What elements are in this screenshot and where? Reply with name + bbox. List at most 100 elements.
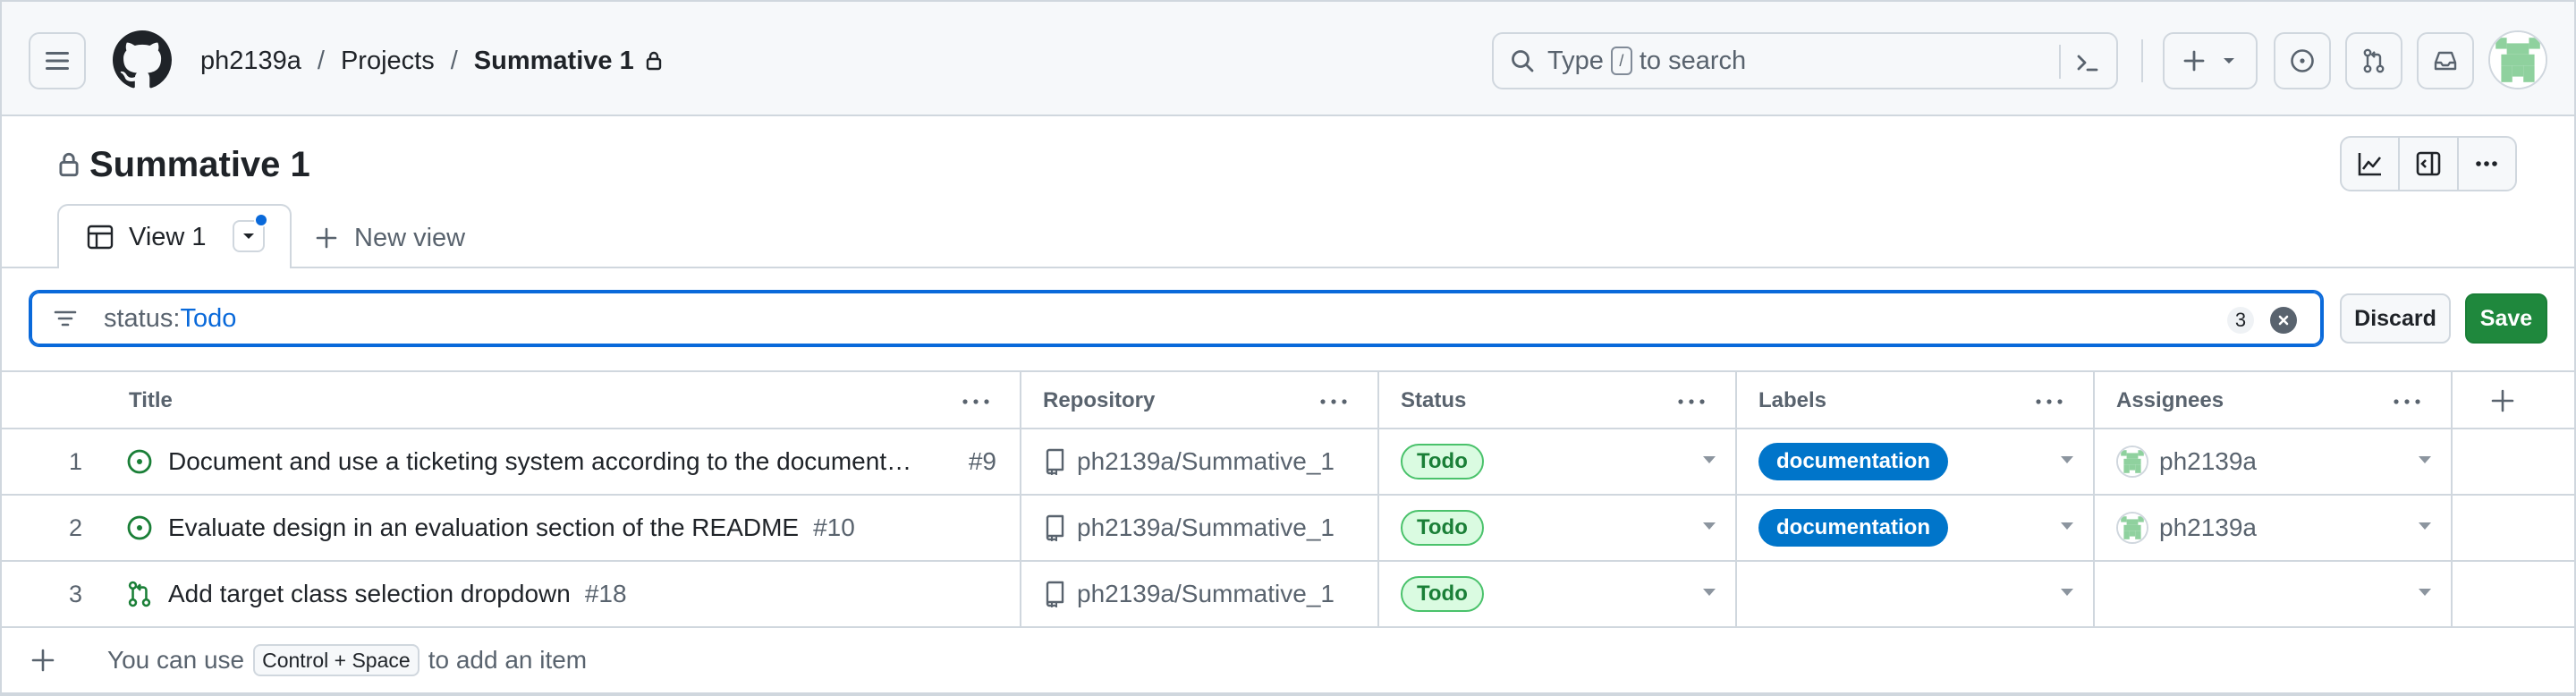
pull-request-icon — [2363, 48, 2385, 73]
chevron-down-icon[interactable] — [1703, 522, 1716, 530]
title-cell[interactable]: Evaluate design in an evaluation section… — [100, 496, 1021, 560]
project-title: Summative 1 — [89, 144, 310, 184]
table-row[interactable]: 2 Evaluate design in an evaluation secti… — [0, 496, 2576, 562]
project-toolbar — [2340, 136, 2517, 191]
status-cell[interactable]: Todo — [1379, 562, 1737, 626]
tab-view-1[interactable]: View 1 — [57, 204, 292, 268]
row-number: 3 — [68, 580, 82, 607]
chevron-down-icon[interactable] — [1703, 456, 1716, 463]
breadcrumb-owner[interactable]: ph2139a — [200, 47, 301, 76]
github-logo-icon[interactable] — [113, 30, 172, 89]
plus-icon — [2183, 50, 2205, 72]
column-header-labels[interactable]: Labels — [1737, 372, 2095, 429]
title-cell[interactable]: Document and use a ticketing system acco… — [100, 429, 1021, 494]
status-cell[interactable]: Todo — [1379, 496, 1737, 560]
user-avatar[interactable] — [2488, 30, 2547, 89]
filter-input[interactable]: status:Todo 3 — [29, 290, 2324, 347]
table-row[interactable]: 3 Add target class selection dropdown #1… — [0, 562, 2576, 628]
label-badge: documentation — [1758, 443, 1948, 480]
menu-button[interactable] — [29, 32, 86, 89]
clear-filter-button[interactable] — [2270, 307, 2297, 334]
chevron-down-icon[interactable] — [2419, 456, 2431, 463]
header-divider — [2141, 39, 2143, 82]
pull-requests-button[interactable] — [2345, 32, 2402, 89]
discard-button[interactable]: Discard — [2340, 293, 2451, 344]
column-header-repository[interactable]: Repository — [1021, 372, 1379, 429]
kebab-horizontal-icon — [2476, 161, 2498, 166]
graph-icon — [2358, 153, 2381, 176]
chevron-down-icon — [2224, 58, 2234, 64]
labels-cell[interactable]: documentation — [1737, 429, 2095, 494]
table-header-row: Title Repository Status Labels Assignees — [0, 370, 2576, 429]
hint-after: to add an item — [428, 646, 588, 674]
keyboard-shortcut: Control + Space — [253, 644, 419, 676]
chevron-down-icon[interactable] — [2061, 456, 2073, 463]
search-prefix: Type — [1547, 46, 1604, 75]
search-divider — [2059, 45, 2061, 79]
chevron-down-icon[interactable] — [2419, 589, 2431, 596]
status-badge: Todo — [1401, 576, 1484, 612]
add-item-button[interactable] — [30, 648, 55, 679]
repository-name: ph2139a/Summative_1 — [1077, 580, 1335, 607]
repository-cell[interactable]: ph2139a/Summative_1 — [1021, 429, 1379, 494]
chevron-down-icon[interactable] — [2419, 522, 2431, 530]
repository-name: ph2139a/Summative_1 — [1077, 514, 1335, 541]
column-header-assignees[interactable]: Assignees — [2095, 372, 2453, 429]
column-menu-icon[interactable] — [961, 392, 991, 417]
save-button[interactable]: Save — [2465, 293, 2547, 344]
add-item-row[interactable]: You can use Control + Space to add an it… — [0, 628, 2576, 694]
page-title: Summative 1 — [57, 140, 310, 190]
plus-icon — [2491, 389, 2514, 412]
table-row[interactable]: 1 Document and use a ticketing system ac… — [0, 429, 2576, 496]
plus-icon — [31, 649, 55, 672]
filter-result-count: 3 — [2227, 307, 2254, 334]
title-cell[interactable]: Add target class selection dropdown #18 — [100, 562, 1021, 626]
triangle-down-icon — [243, 233, 254, 239]
labels-cell[interactable] — [1737, 562, 2095, 626]
breadcrumb-project[interactable]: Summative 1 — [474, 47, 634, 76]
column-menu-icon[interactable] — [1676, 392, 1707, 417]
column-menu-icon[interactable] — [1318, 392, 1349, 417]
breadcrumb-separator: / — [450, 46, 458, 75]
search-shortcut-key: / — [1610, 47, 1632, 75]
inbox-button[interactable] — [2417, 32, 2474, 89]
item-title-link[interactable]: Document and use a ticketing system acco… — [168, 447, 911, 476]
chevron-down-icon[interactable] — [1703, 589, 1716, 596]
unsaved-changes-indicator — [254, 213, 268, 227]
add-field-button[interactable] — [2453, 372, 2576, 429]
row-number: 1 — [68, 447, 82, 475]
create-new-button[interactable] — [2163, 32, 2258, 89]
column-header-title[interactable]: Title — [100, 372, 1021, 429]
command-palette-icon[interactable] — [2070, 45, 2106, 88]
column-label: Status — [1401, 388, 1467, 412]
assignees-cell[interactable]: ph2139a — [2095, 429, 2453, 494]
new-view-button[interactable]: New view — [315, 216, 465, 259]
issue-number: #10 — [813, 514, 855, 541]
assignees-cell[interactable] — [2095, 562, 2453, 626]
status-badge: Todo — [1401, 444, 1484, 480]
column-header-status[interactable]: Status — [1379, 372, 1737, 429]
issues-button[interactable] — [2274, 32, 2331, 89]
insights-button[interactable] — [2342, 138, 2401, 190]
empty-cell — [2453, 429, 2576, 494]
chevron-down-icon[interactable] — [2061, 522, 2073, 530]
item-title-link[interactable]: Evaluate design in an evaluation section… — [168, 514, 799, 542]
search-suffix: to search — [1639, 46, 1747, 75]
column-menu-icon[interactable] — [2034, 392, 2064, 417]
chevron-down-icon[interactable] — [2061, 589, 2073, 596]
issue-number: #18 — [584, 580, 627, 607]
breadcrumb-projects[interactable]: Projects — [341, 47, 435, 76]
column-menu-icon[interactable] — [2392, 392, 2422, 417]
issue-number: #9 — [968, 447, 996, 475]
item-title-link[interactable]: Add target class selection dropdown — [168, 580, 571, 608]
sidepanel-button[interactable] — [2400, 138, 2459, 190]
repository-cell[interactable]: ph2139a/Summative_1 — [1021, 562, 1379, 626]
top-header: ph2139a / Projects / Summative 1 Type / … — [0, 0, 2576, 116]
repository-cell[interactable]: ph2139a/Summative_1 — [1021, 496, 1379, 560]
search-input[interactable]: Type / to search — [1492, 32, 2118, 89]
x-icon — [2278, 315, 2289, 326]
assignees-cell[interactable]: ph2139a — [2095, 496, 2453, 560]
status-cell[interactable]: Todo — [1379, 429, 1737, 494]
labels-cell[interactable]: documentation — [1737, 496, 2095, 560]
more-options-button[interactable] — [2459, 138, 2515, 190]
